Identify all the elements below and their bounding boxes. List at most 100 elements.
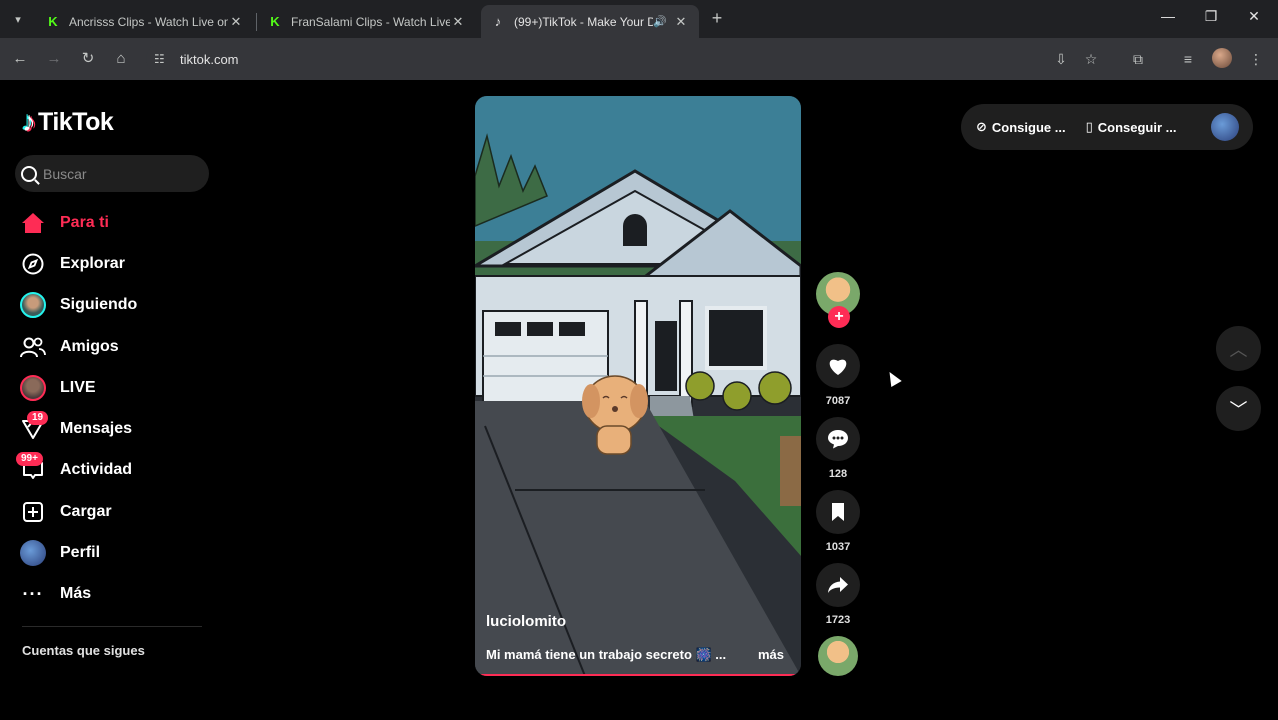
compass-icon: [18, 249, 48, 279]
browser-toolbar: ← → ↻ ⌂ ☷ tiktok.com ⇩ ☆ ⧉ ≡ ⋮: [0, 38, 1278, 80]
tab-search-button[interactable]: ▾: [6, 8, 30, 30]
messages-icon: 19: [18, 411, 49, 444]
sidebar-item-actividad[interactable]: 99+ Actividad: [16, 450, 218, 491]
bookmark-icon[interactable]: [816, 490, 860, 534]
next-video-button[interactable]: ﹀: [1216, 386, 1261, 431]
heart-icon[interactable]: [816, 344, 860, 388]
tab-fransalami[interactable]: K FranSalami Clips - Watch Live o ✕: [258, 5, 476, 38]
speaker-icon[interactable]: 🔊: [653, 15, 667, 28]
tiktok-icon: ♪: [494, 14, 502, 29]
like-action[interactable]: 7087: [816, 344, 860, 407]
search-input[interactable]: [43, 165, 203, 182]
video-description: Mi mamá tiene un trabajo secreto 🎆 ...: [486, 647, 727, 662]
get-coins-button[interactable]: ⊘ Consigue ...: [976, 119, 1066, 135]
forward-icon[interactable]: →: [43, 48, 65, 70]
creator-avatar-block[interactable]: +: [816, 272, 860, 328]
address-bar[interactable]: ☷ tiktok.com: [146, 43, 1146, 75]
tab-title: (99+)TikTok - Make Your Da: [514, 14, 654, 29]
share-action[interactable]: 1723: [816, 563, 860, 626]
close-tab-icon[interactable]: ✕: [228, 14, 244, 30]
close-tab-icon[interactable]: ✕: [450, 14, 466, 30]
save-action[interactable]: 1037: [816, 490, 860, 553]
upload-icon: [18, 497, 48, 527]
close-window-icon[interactable]: ✕: [1244, 8, 1264, 25]
sidebar-item-label: LIVE: [60, 378, 96, 396]
mouse-cursor: [884, 368, 902, 388]
sidebar-item-label: Mensajes: [60, 420, 133, 438]
tab-tiktok[interactable]: ♪ (99+)TikTok - Make Your Da 🔊 ✕: [481, 5, 699, 38]
restore-icon[interactable]: ❐: [1201, 8, 1221, 25]
url-text[interactable]: tiktok.com: [180, 52, 239, 67]
tiktok-note-icon: ♪: [22, 106, 36, 137]
get-app-button[interactable]: ▯ Conseguir ...: [1086, 119, 1177, 135]
tab-title: Ancrisss Clips - Watch Live on K: [69, 14, 228, 29]
install-app-icon[interactable]: ⇩: [1050, 48, 1072, 70]
search-icon[interactable]: [21, 165, 37, 182]
share-count: 1723: [825, 614, 851, 626]
sidebar-item-siguiendo[interactable]: Siguiendo: [18, 285, 218, 326]
user-avatar[interactable]: [1211, 113, 1239, 141]
sidebar-item-para-ti[interactable]: Para ti: [18, 202, 218, 243]
comment-count: 128: [828, 468, 848, 480]
bookmark-star-icon[interactable]: ☆: [1080, 48, 1102, 70]
chevron-up-icon: ︿: [1229, 339, 1248, 360]
new-tab-button[interactable]: +: [706, 8, 728, 30]
tab-ancrisss[interactable]: K Ancrisss Clips - Watch Live on K ✕: [36, 5, 254, 38]
video-author[interactable]: luciolomito: [486, 613, 566, 630]
minimize-icon[interactable]: —: [1158, 8, 1178, 24]
sidebar-item-label: Cargar: [60, 502, 112, 520]
tiktok-page: ♪ TikTok Para ti Explorar Siguiendo: [0, 80, 1278, 720]
messages-badge: 19: [27, 411, 49, 426]
following-accounts-title: Cuentas que sigues: [22, 643, 145, 658]
browser-menu-icon[interactable]: ⋮: [1245, 48, 1267, 70]
sidebar-divider: [22, 626, 202, 627]
browser-tab-strip: ▾ K Ancrisss Clips - Watch Live on K ✕ K…: [0, 0, 1278, 38]
tab-title: FranSalami Clips - Watch Live o: [291, 14, 450, 29]
comment-action[interactable]: 128: [816, 417, 860, 480]
comment-icon[interactable]: [816, 417, 860, 461]
kick-icon: K: [48, 14, 58, 29]
sidebar-item-mas[interactable]: ··· Más: [18, 574, 218, 615]
sidebar-item-label: Siguiendo: [60, 296, 138, 314]
logo-text: TikTok: [38, 107, 114, 136]
follow-plus-icon[interactable]: +: [828, 306, 850, 328]
close-tab-icon[interactable]: ✕: [673, 14, 689, 30]
phone-icon: ▯: [1085, 119, 1093, 134]
tiktok-logo[interactable]: ♪ TikTok: [22, 106, 114, 138]
video-frame: [475, 96, 801, 676]
sidebar-item-live[interactable]: LIVE: [18, 367, 218, 408]
sidebar-item-perfil[interactable]: Perfil: [18, 532, 218, 573]
like-count: 7087: [825, 395, 851, 407]
profile-avatar: [18, 538, 48, 568]
more-button[interactable]: más: [758, 647, 784, 662]
sidebar-item-label: Más: [60, 585, 92, 603]
site-info-icon[interactable]: ☷: [154, 52, 174, 66]
friends-icon: [18, 332, 48, 362]
sidebar-item-label: Para ti: [60, 213, 109, 231]
previous-video-button[interactable]: ︿: [1216, 326, 1261, 371]
sidebar-item-amigos[interactable]: Amigos: [18, 326, 218, 367]
sidebar-item-explorar[interactable]: Explorar: [18, 243, 218, 284]
sidebar-item-cargar[interactable]: Cargar: [18, 491, 218, 532]
following-avatar: [18, 290, 48, 320]
video-progress-bar[interactable]: [479, 674, 797, 676]
video-player[interactable]: luciolomito Mi mamá tiene un trabajo sec…: [475, 96, 801, 676]
reload-icon[interactable]: ↻: [77, 48, 99, 70]
home-icon[interactable]: ⌂: [110, 48, 132, 70]
media-controls-icon[interactable]: ≡: [1177, 48, 1199, 70]
home-icon: [18, 208, 48, 238]
extensions-icon[interactable]: ⧉: [1127, 48, 1149, 70]
share-icon[interactable]: [816, 563, 860, 607]
coins-icon: ⊘: [976, 119, 987, 134]
sound-action[interactable]: [816, 636, 860, 676]
chevron-down-icon: ﹀: [1229, 399, 1248, 420]
browser-profile-avatar[interactable]: [1212, 48, 1232, 68]
get-app-label: Conseguir ...: [1097, 119, 1177, 135]
back-icon[interactable]: ←: [9, 48, 31, 70]
activity-badge: 99+: [16, 452, 43, 467]
save-count: 1037: [825, 541, 851, 553]
sidebar-item-label: Actividad: [60, 461, 133, 479]
sound-avatar[interactable]: [818, 636, 858, 676]
sidebar-item-mensajes[interactable]: 19 Mensajes: [18, 408, 218, 449]
search-box[interactable]: [15, 155, 209, 192]
